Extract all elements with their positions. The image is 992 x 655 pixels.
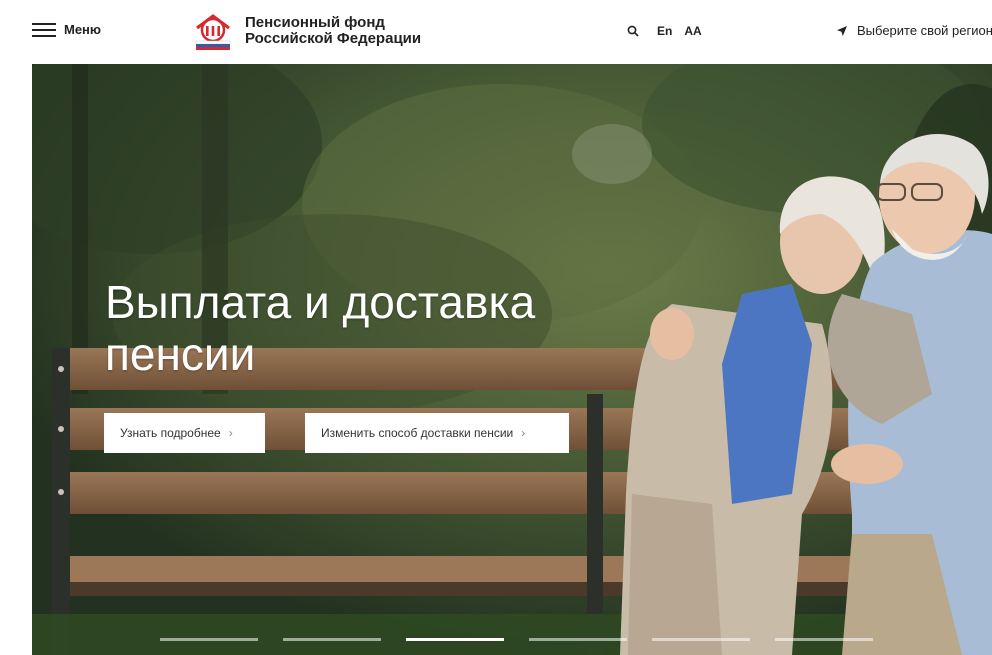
menu-label: Меню — [64, 22, 102, 37]
change-delivery-label: Изменить способ доставки пенсии — [321, 426, 514, 440]
slider-pagination — [160, 638, 898, 641]
header-tools: En AA — [627, 24, 714, 38]
learn-more-button[interactable]: Узнать подробнее › — [104, 413, 265, 453]
language-switch-link[interactable]: En — [657, 24, 672, 38]
learn-more-label: Узнать подробнее — [120, 426, 221, 440]
pfr-emblem-icon — [195, 14, 231, 50]
slider-dot[interactable] — [775, 638, 873, 641]
chevron-right-icon: › — [228, 426, 233, 440]
slider-dot[interactable] — [160, 638, 258, 641]
location-arrow-icon — [837, 25, 847, 36]
slider-dot[interactable] — [406, 638, 504, 641]
hero-slider: Выплата и доставка пенсии Узнать подробн… — [32, 64, 992, 655]
chevron-right-icon: › — [521, 426, 526, 440]
hamburger-icon — [32, 22, 56, 37]
menu-button[interactable]: Меню — [32, 22, 101, 37]
logo-line-2: Российской Федерации — [245, 30, 422, 47]
region-label: Выберите свой регион — [857, 23, 992, 38]
logo-line-1: Пенсионный фонд — [245, 14, 385, 31]
slider-dot[interactable] — [652, 638, 750, 641]
search-icon[interactable] — [627, 25, 639, 37]
hero-title: Выплата и доставка пенсии — [105, 276, 536, 380]
logo-text: Пенсионный фонд Российской Федерации — [245, 15, 421, 47]
change-delivery-button[interactable]: Изменить способ доставки пенсии › — [305, 413, 569, 453]
accessibility-version-link[interactable]: AA — [684, 24, 701, 38]
slider-dot[interactable] — [529, 638, 627, 641]
pfr-logo[interactable]: Пенсионный фонд Российской Федерации — [193, 12, 421, 50]
region-selector[interactable]: Выберите свой регион — [836, 23, 992, 38]
slider-dot[interactable] — [283, 638, 381, 641]
site-header: Меню Пенсионный фонд Российской Федераци… — [0, 0, 992, 64]
